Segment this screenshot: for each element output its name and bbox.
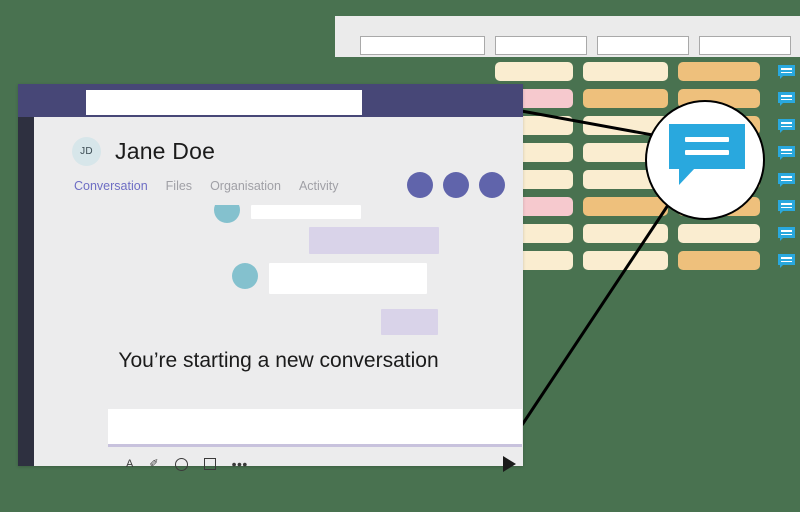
message-composer: A ✐ •••	[108, 409, 522, 474]
chat-bubble-tail	[780, 237, 784, 241]
table-cell[interactable]	[583, 89, 668, 108]
chat-bubble-icon[interactable]	[778, 173, 795, 187]
member-avatar[interactable]	[443, 172, 469, 198]
canvas: JD Jane Doe Conversation Files Organisat…	[0, 0, 800, 512]
message-bubble	[251, 205, 361, 219]
table-cell[interactable]	[678, 224, 760, 243]
member-avatar[interactable]	[407, 172, 433, 198]
tab-bar: Conversation Files Organisation Activity	[74, 179, 339, 193]
chat-bubble-tail	[780, 210, 784, 214]
chat-bubble-tail	[780, 102, 784, 106]
chat-bubble-line	[781, 125, 792, 128]
window-content: JD Jane Doe Conversation Files Organisat…	[34, 117, 523, 472]
chat-bubble-line	[781, 230, 792, 232]
avatar	[214, 205, 240, 223]
chat-bubble-tail	[780, 156, 784, 160]
table-cell[interactable]	[678, 62, 760, 81]
chat-bubble-icon[interactable]	[778, 227, 795, 241]
tab-activity[interactable]: Activity	[299, 179, 339, 193]
more-options-icon[interactable]: •••	[232, 457, 248, 471]
table-cell[interactable]	[583, 197, 668, 216]
table-row	[335, 62, 800, 81]
composer-toolbar: A ✐ •••	[108, 454, 522, 474]
chat-bubble-line	[781, 68, 792, 70]
spreadsheet-header-inputs	[360, 36, 800, 55]
chat-window: JD Jane Doe Conversation Files Organisat…	[18, 84, 523, 472]
send-button[interactable]	[503, 456, 516, 472]
chat-bubble-line	[781, 176, 792, 178]
chat-bubble-line	[781, 260, 792, 263]
message-bubble	[309, 227, 439, 254]
chat-bubble-line	[781, 203, 792, 205]
chat-bubble-icon[interactable]	[778, 146, 795, 160]
chat-bubble-line	[781, 206, 792, 209]
chat-bubble-tail	[780, 129, 784, 133]
message-bubble	[381, 309, 438, 335]
chat-bubble-body	[669, 124, 745, 169]
attach-paperclip-icon[interactable]: ✐	[149, 458, 158, 470]
chat-bubble-line	[781, 98, 792, 101]
chat-bubble-line	[781, 179, 792, 182]
chat-bubble-icon	[669, 124, 745, 185]
table-cell[interactable]	[495, 62, 573, 81]
page-title: Jane Doe	[115, 138, 216, 164]
chat-bubble-line	[781, 95, 792, 97]
table-cell[interactable]	[583, 62, 668, 81]
chat-bubble-line	[781, 257, 792, 259]
emoji-circle-icon[interactable]	[174, 457, 188, 471]
tab-conversation[interactable]: Conversation	[74, 179, 148, 193]
chat-bubble-icon[interactable]	[778, 200, 795, 214]
avatar	[232, 263, 258, 289]
header-input-cell[interactable]	[360, 36, 485, 55]
format-text-icon[interactable]: A	[126, 458, 133, 470]
chat-bubble-line	[781, 152, 792, 155]
app-rail-sidebar[interactable]	[18, 117, 34, 466]
message-item	[214, 205, 361, 223]
message-item	[309, 227, 439, 254]
message-list	[34, 205, 523, 355]
table-cell[interactable]	[678, 251, 760, 270]
chat-bubble-line	[781, 122, 792, 124]
chat-bubble-line	[781, 71, 792, 74]
chat-bubble-line	[685, 150, 729, 155]
chat-bubble-tail	[780, 264, 784, 268]
chat-bubble-line	[781, 233, 792, 236]
chat-bubble-tail	[780, 183, 784, 187]
sticker-square-icon[interactable]	[203, 458, 216, 470]
search-input[interactable]	[86, 90, 362, 115]
table-cell[interactable]	[583, 251, 668, 270]
message-item	[232, 263, 427, 294]
chat-bubble-icon[interactable]	[778, 119, 795, 133]
chat-bubble-icon[interactable]	[778, 254, 795, 268]
chat-bubble-line	[685, 137, 729, 142]
header-input-cell[interactable]	[699, 36, 791, 55]
message-bubble	[269, 263, 427, 294]
window-titlebar	[18, 84, 523, 117]
empty-state-text: You’re starting a new conversation	[118, 349, 439, 372]
chat-bubble-tail	[780, 75, 784, 79]
table-cell[interactable]	[583, 224, 668, 243]
avatar: JD	[72, 137, 101, 166]
tab-organisation[interactable]: Organisation	[210, 179, 281, 193]
member-avatar[interactable]	[479, 172, 505, 198]
chat-bubble-icon[interactable]	[778, 65, 795, 79]
header-input-cell[interactable]	[495, 36, 587, 55]
chat-bubble-tail	[679, 168, 695, 185]
conversation-header: JD Jane Doe	[72, 137, 215, 166]
tab-files[interactable]: Files	[166, 179, 192, 193]
header-input-cell[interactable]	[597, 36, 689, 55]
chat-bubble-icon[interactable]	[778, 92, 795, 106]
message-item	[381, 309, 438, 335]
chat-bubble-line	[781, 149, 792, 151]
message-input[interactable]	[108, 409, 522, 447]
member-avatars	[407, 172, 505, 198]
magnified-chat-icon	[645, 100, 765, 220]
